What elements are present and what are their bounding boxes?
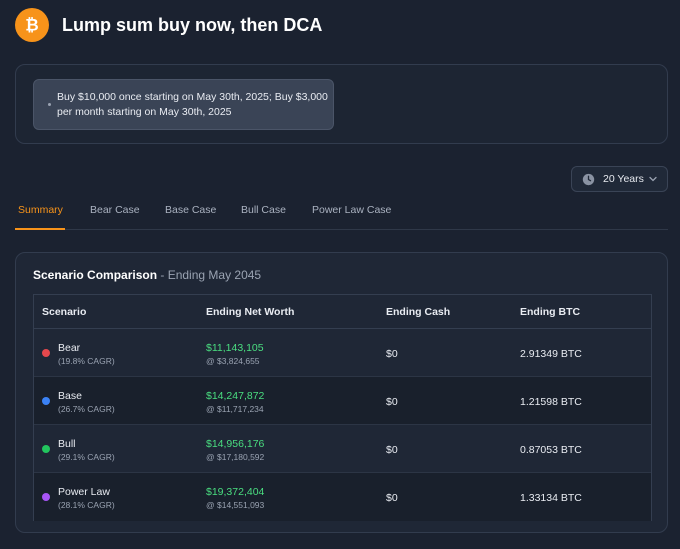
column-header-cash: Ending Cash (386, 306, 451, 318)
column-header-btc: Ending BTC (520, 306, 581, 318)
ending-btc: 1.33134 BTC (520, 492, 582, 504)
card-subtitle: - Ending May 2045 (157, 268, 262, 282)
table-row: Power Law (28.1% CAGR) $19,372,404 @ $14… (34, 473, 651, 521)
table-row: Bear (19.8% CAGR) $11,143,105 @ $3,824,6… (34, 329, 651, 377)
page-header: ₿ Lump sum buy now, then DCA (15, 8, 322, 42)
ending-cash: $0 (386, 444, 398, 456)
bullet-icon (48, 103, 51, 106)
tab-power-law-case[interactable]: Power Law Case (312, 204, 391, 230)
timeframe-select[interactable]: 20 Years (571, 166, 668, 192)
power-law-dot-icon (42, 493, 50, 501)
ending-net-worth: $14,247,872 (206, 390, 265, 402)
strategy-card: Buy $10,000 once starting on May 30th, 2… (15, 64, 668, 144)
scenario-name: Bull (58, 438, 76, 450)
strategy-text: Buy $10,000 once starting on May 30th, 2… (57, 91, 328, 118)
column-header-scenario: Scenario (42, 306, 87, 318)
bull-dot-icon (42, 445, 50, 453)
card-title: Scenario Comparison (33, 268, 158, 282)
active-tab-indicator (15, 228, 65, 230)
scenario-tabs: Summary Bear Case Base Case Bull Case Po… (15, 196, 668, 230)
btc-price: @ $17,180,592 (206, 452, 265, 462)
table-row: Base (26.7% CAGR) $14,247,872 @ $11,717,… (34, 377, 651, 425)
scenario-comparison-card: Scenario Comparison - Ending May 2045 Sc… (15, 252, 668, 533)
tab-summary[interactable]: Summary (18, 204, 63, 230)
tab-base-case[interactable]: Base Case (165, 204, 216, 230)
chevron-down-icon (648, 174, 658, 184)
svg-text:₿: ₿ (25, 16, 38, 35)
scenario-name: Power Law (58, 486, 110, 498)
ending-btc: 2.91349 BTC (520, 348, 582, 360)
bitcoin-icon: ₿ (15, 8, 49, 42)
scenario-name: Base (58, 390, 82, 402)
strategy-chip[interactable]: Buy $10,000 once starting on May 30th, 2… (33, 79, 334, 130)
ending-net-worth: $14,956,176 (206, 438, 265, 450)
table-row: Bull (29.1% CAGR) $14,956,176 @ $17,180,… (34, 425, 651, 473)
card-heading: Scenario Comparison - Ending May 2045 (33, 268, 261, 282)
scenario-name: Bear (58, 342, 81, 354)
scenario-cagr: (26.7% CAGR) (58, 404, 115, 414)
tab-bear-case[interactable]: Bear Case (90, 204, 140, 230)
table-header: Scenario Ending Net Worth Ending Cash En… (34, 295, 651, 329)
ending-btc: 1.21598 BTC (520, 396, 582, 408)
timeframe-value: 20 Years (603, 173, 644, 185)
ending-net-worth: $19,372,404 (206, 486, 265, 498)
ending-net-worth: $11,143,105 (206, 342, 264, 354)
page-title: Lump sum buy now, then DCA (62, 14, 323, 35)
bear-dot-icon (42, 349, 50, 357)
scenario-cagr: (29.1% CAGR) (58, 452, 115, 462)
btc-price: @ $14,551,093 (206, 500, 265, 510)
btc-price: @ $11,717,234 (206, 404, 264, 414)
tab-bull-case[interactable]: Bull Case (241, 204, 286, 230)
scenario-table: Scenario Ending Net Worth Ending Cash En… (33, 294, 652, 521)
ending-cash: $0 (386, 396, 398, 408)
ending-btc: 0.87053 BTC (520, 444, 582, 456)
clock-icon (582, 173, 595, 186)
column-header-net-worth: Ending Net Worth (206, 306, 295, 318)
base-dot-icon (42, 397, 50, 405)
ending-cash: $0 (386, 348, 398, 360)
scenario-cagr: (19.8% CAGR) (58, 356, 115, 366)
btc-price: @ $3,824,655 (206, 356, 260, 366)
ending-cash: $0 (386, 492, 398, 504)
scenario-cagr: (28.1% CAGR) (58, 500, 115, 510)
